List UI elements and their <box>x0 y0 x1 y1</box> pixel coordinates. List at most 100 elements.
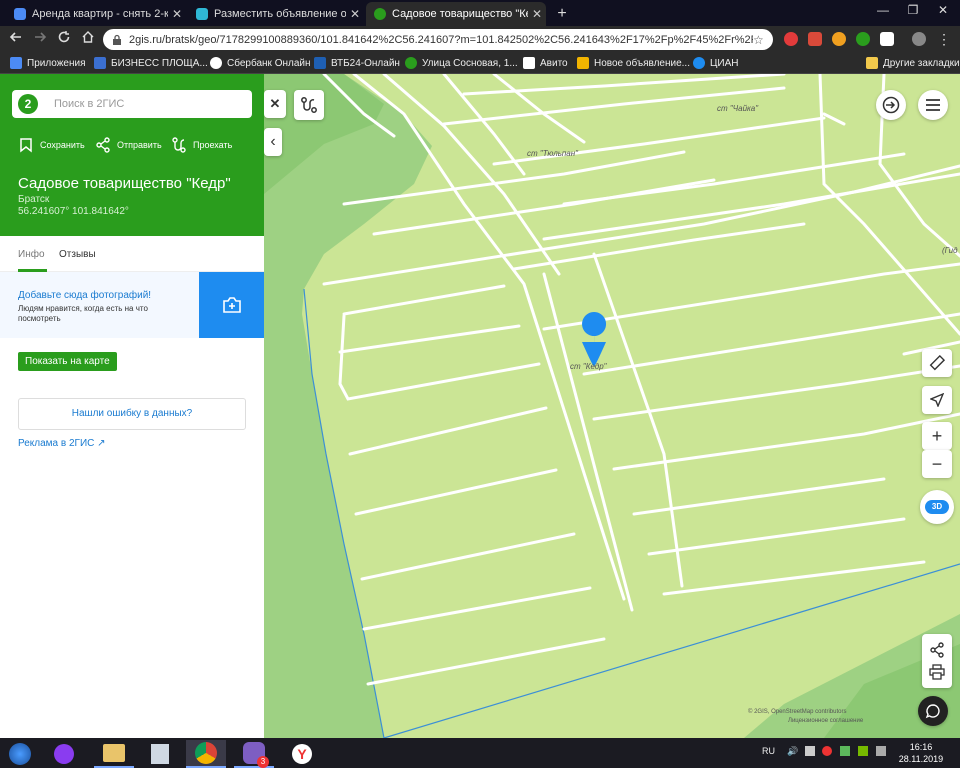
forward-button[interactable] <box>30 29 50 49</box>
place-title: Садовое товарищество "Кедр" <box>18 175 231 192</box>
close-panel-button[interactable]: ✕ <box>264 90 286 118</box>
map-view[interactable]: ст "Чайка" ст "Тюльпан" ст "Кедр" (Гид ✕… <box>264 74 960 738</box>
extension-icon[interactable] <box>784 32 798 46</box>
close-tab-icon[interactable]: ✕ <box>528 7 546 21</box>
zoom-in-button[interactable]: + <box>922 422 952 450</box>
url-text: 2gis.ru/bratsk/geo/7178299100889360/101.… <box>129 33 753 46</box>
bookmark-label: Сбербанк Онлайн <box>227 57 311 69</box>
home-button[interactable] <box>78 29 98 49</box>
3d-label: 3D <box>925 500 949 514</box>
system-clock[interactable]: 16:16 28.11.2019 <box>896 741 946 765</box>
taskbar-yandex[interactable]: Y <box>282 740 322 768</box>
network-icon[interactable] <box>805 746 815 756</box>
bookmarks-bar: Приложения БИЗНЕСС ПЛОЩА... Сбербанк Онл… <box>0 52 960 74</box>
bookmark-sberbank[interactable]: Сбербанк Онлайн <box>210 55 311 71</box>
clock-time: 16:16 <box>909 742 933 752</box>
ruler-button[interactable] <box>922 349 952 377</box>
zoom-out-button[interactable]: − <box>922 450 952 478</box>
routes-button[interactable] <box>294 90 324 120</box>
bookmark-label: Приложения <box>27 57 86 69</box>
bookmark-new-ad[interactable]: Новое объявление... <box>577 55 690 71</box>
attribution-text: © 2GIS, OpenStreetMap contributors <box>748 709 847 715</box>
menu-button[interactable] <box>918 90 948 120</box>
tab-rent-apartments[interactable]: Аренда квартир - снять 2-комн ✕ <box>6 2 186 26</box>
extension-icon[interactable] <box>856 32 870 46</box>
place-city: Братск <box>18 194 50 205</box>
close-window-button[interactable]: ✕ <box>928 0 958 20</box>
map-pin[interactable] <box>582 312 607 367</box>
taskbar-explorer[interactable] <box>94 740 134 768</box>
reload-button[interactable] <box>54 29 74 49</box>
taskbar-alice[interactable] <box>44 740 84 768</box>
label-kedr: ст "Кедр" <box>570 362 607 371</box>
arrow-right-icon <box>35 32 47 42</box>
new-tab-button[interactable]: + <box>552 4 572 24</box>
share-icon[interactable] <box>929 642 945 658</box>
tab-kedr[interactable]: Садовое товарищество "Кедр" ✕ <box>366 2 546 26</box>
label-tyulpan: ст "Тюльпан" <box>527 149 578 158</box>
route-button[interactable]: Проехать <box>171 137 232 153</box>
tray-app-icon[interactable] <box>876 746 886 756</box>
tray-app-icon[interactable] <box>840 746 850 756</box>
label-chaika: ст "Чайка" <box>717 104 759 113</box>
reload-icon <box>58 31 70 43</box>
3d-button[interactable]: 3D <box>920 490 954 524</box>
extension-icon[interactable] <box>880 32 894 46</box>
other-bookmarks[interactable]: Другие закладки <box>866 55 960 71</box>
location-pin-icon <box>196 8 208 20</box>
close-tab-icon[interactable]: ✕ <box>346 7 364 21</box>
save-button[interactable]: Сохранить <box>18 137 85 153</box>
bookmark-label: Новое объявление... <box>594 57 690 69</box>
map-attribution: © 2GIS, OpenStreetMap contributors Лицен… <box>748 708 863 726</box>
back-button[interactable] <box>6 29 26 49</box>
chat-button[interactable] <box>918 696 948 726</box>
bookmark-cian[interactable]: ЦИАН <box>693 55 738 71</box>
bookmark-vtb[interactable]: ВТБ24-Онлайн <box>314 55 400 71</box>
ads-link[interactable]: Реклама в 2ГИС ↗ <box>18 438 106 449</box>
tray-app-icon[interactable] <box>822 746 832 756</box>
show-on-map-button[interactable]: Показать на карте <box>18 352 117 371</box>
map-canvas <box>264 74 960 738</box>
print-icon[interactable] <box>929 664 945 680</box>
google-icon <box>14 8 26 20</box>
site-icon <box>94 57 106 69</box>
nvidia-icon[interactable] <box>858 746 868 756</box>
tab-info[interactable]: Инфо <box>18 249 45 260</box>
share-button[interactable]: Отправить <box>95 137 162 153</box>
search-input[interactable]: 2 Поиск в 2ГИС <box>12 90 252 118</box>
avito-icon <box>523 57 535 69</box>
taskbar-notepad[interactable] <box>140 740 180 768</box>
my-location-button[interactable] <box>922 386 952 414</box>
start-button[interactable] <box>0 740 40 768</box>
license-link[interactable]: Лицензионное соглашение <box>748 717 863 726</box>
taskbar-viber[interactable]: 3 <box>234 740 274 768</box>
bookmark-star-icon[interactable]: ☆ <box>753 33 773 47</box>
extension-icon[interactable] <box>832 32 846 46</box>
windows-taskbar: 3 Y RU 🔊 16:16 28.11.2019 <box>0 738 960 768</box>
language-indicator[interactable]: RU <box>762 746 775 756</box>
close-tab-icon[interactable]: ✕ <box>168 7 186 21</box>
address-bar[interactable]: 2gis.ru/bratsk/geo/7178299100889360/101.… <box>103 29 773 50</box>
maximize-button[interactable]: ❐ <box>898 0 928 20</box>
taskbar-chrome[interactable] <box>186 740 226 768</box>
collapse-panel-button[interactable]: ‹ <box>264 128 282 156</box>
add-photo-banner: Добавьте сюда фотографий! Людям нравится… <box>0 272 264 338</box>
tab-reviews[interactable]: Отзывы <box>59 249 96 260</box>
share-icon <box>96 137 110 153</box>
bookmark-avito[interactable]: Авито <box>523 55 568 71</box>
volume-icon[interactable]: 🔊 <box>787 746 798 757</box>
save-label: Сохранить <box>40 140 85 150</box>
tab-post-ad[interactable]: Разместить объявление о прод ✕ <box>188 2 364 26</box>
bookmark-business[interactable]: БИЗНЕСС ПЛОЩА... <box>94 55 208 71</box>
document-icon <box>151 744 169 764</box>
profile-avatar[interactable] <box>912 32 926 46</box>
bookmark-sosnovaya[interactable]: Улица Сосновая, 1... <box>405 55 518 71</box>
bookmark-apps[interactable]: Приложения <box>10 55 86 71</box>
browser-menu-icon[interactable]: ⋮ <box>934 29 954 49</box>
extension-icon[interactable] <box>808 32 822 46</box>
login-button[interactable] <box>876 90 906 120</box>
report-error-button[interactable]: Нашли ошибку в данных? <box>18 398 246 430</box>
minimize-button[interactable]: — <box>868 0 898 20</box>
add-photo-title[interactable]: Добавьте сюда фотографий! <box>18 290 151 301</box>
add-photo-button[interactable] <box>199 272 264 338</box>
